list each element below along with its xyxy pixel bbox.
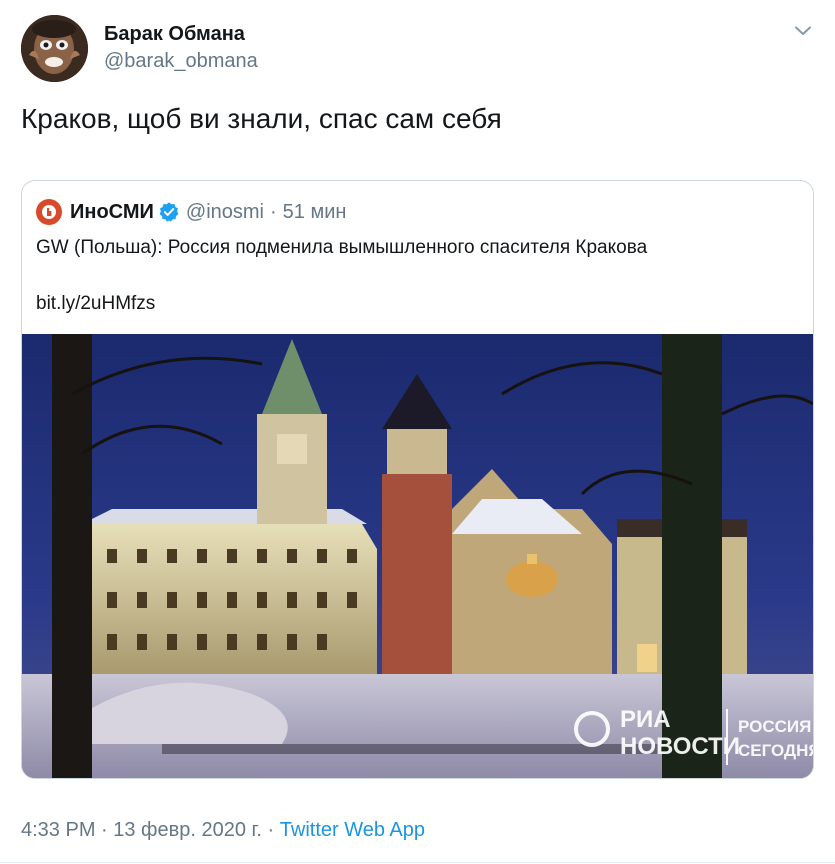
- inosmi-logo-icon: [42, 205, 56, 219]
- tweet-text: Краков, щоб ви знали, спас сам себя: [21, 103, 502, 134]
- tweet-meta: 4:33 PM · 13 февр. 2020 г. · Twitter Web…: [21, 819, 425, 842]
- quoted-timestamp[interactable]: 51 мин: [283, 201, 347, 224]
- author-handle[interactable]: @barak_obmana: [104, 50, 258, 73]
- source-app-link[interactable]: Twitter Web App: [280, 819, 425, 841]
- quoted-author-name[interactable]: ИноСМИ: [70, 201, 154, 224]
- meta-separator: ·: [267, 819, 275, 841]
- quoted-tweet-link[interactable]: bit.ly/2uHMfzs: [36, 293, 155, 315]
- wawel-castle-photo: РИА НОВОСТИ РОССИЯ СЕГОДНЯ: [22, 334, 813, 778]
- verified-badge-icon: [159, 202, 179, 222]
- quoted-tweet-header: ИноСМИ @inosmi · 51 мин: [36, 199, 346, 225]
- avatar-image: [21, 15, 88, 82]
- ria-line-2: НОВОСТИ: [620, 733, 740, 760]
- quoted-tweet-image[interactable]: РИА НОВОСТИ РОССИЯ СЕГОДНЯ: [22, 334, 813, 778]
- quoted-tweet-text: GW (Польша): Россия подменила вымышленно…: [36, 237, 648, 258]
- quoted-author-handle[interactable]: @inosmi: [186, 201, 264, 224]
- chevron-down-icon: [795, 26, 811, 35]
- tweet-menu-button[interactable]: [791, 20, 815, 42]
- author-display-name[interactable]: Барак Обмана: [104, 23, 245, 46]
- rs-line-2: СЕГОДНЯ: [738, 741, 813, 760]
- quoted-separator: ·: [270, 200, 277, 223]
- tweet-card: Барак Обмана @barak_obmana Краков, щоб в…: [0, 0, 835, 864]
- author-avatar[interactable]: [21, 15, 88, 82]
- ria-line-1: РИА: [620, 706, 671, 733]
- rs-line-1: РОССИЯ: [738, 717, 811, 736]
- quoted-author-avatar[interactable]: [36, 199, 62, 225]
- bottom-divider: [0, 862, 835, 863]
- tweet-timestamp[interactable]: 4:33 PM · 13 февр. 2020 г.: [21, 819, 262, 841]
- quoted-tweet[interactable]: ИноСМИ @inosmi · 51 мин GW (Польша): Рос…: [21, 180, 814, 779]
